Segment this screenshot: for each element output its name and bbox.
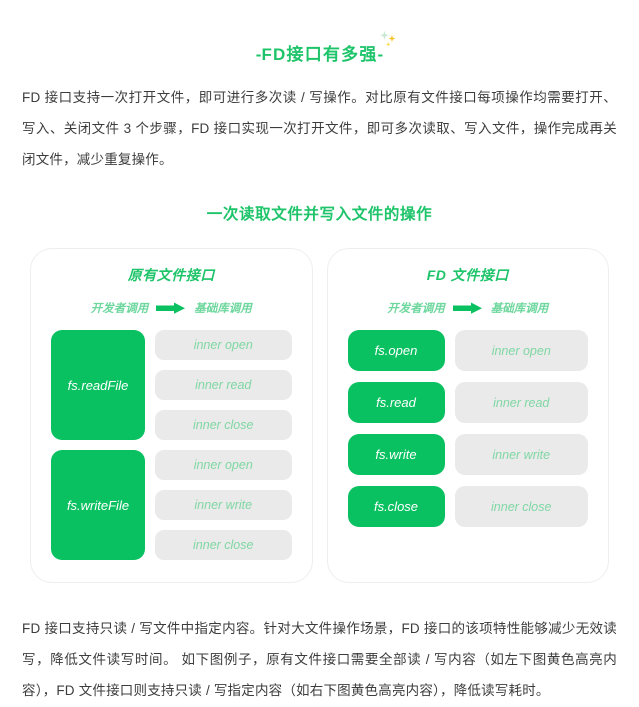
arrow-right-icon <box>452 302 482 314</box>
section-heading: 一次读取文件并写入文件的操作 <box>206 206 433 223</box>
api-block-fs-close: fs.close <box>347 486 445 527</box>
api-block-fs-readfile: fs.readFile <box>51 330 145 440</box>
legend-developer-label: 开发者调用 <box>90 303 149 315</box>
card-title-legacy: 原有文件接口 <box>127 267 215 283</box>
legend-library-label: 基础库调用 <box>490 303 549 315</box>
fd-row-open: fs.open inner open <box>347 330 588 371</box>
inner-call-block: inner close <box>155 530 292 560</box>
inner-call-block: inner open <box>155 450 292 480</box>
inner-call-block: inner close <box>155 410 292 440</box>
inner-call-block: inner close <box>454 486 588 527</box>
inner-call-block: inner open <box>454 330 588 371</box>
page-title: -FD接口有多强- <box>256 31 396 65</box>
inner-calls-read: inner open inner read inner close <box>155 330 292 440</box>
diagram-container: 原有文件接口 开发者调用 基础库调用 fs.readFile inner ope… <box>0 248 639 583</box>
fd-row-read: fs.read inner read <box>347 382 588 423</box>
legend-developer-label: 开发者调用 <box>387 303 445 315</box>
api-block-fs-read: fs.read <box>347 382 445 423</box>
legacy-group-write: fs.writeFile inner open inner write inne… <box>51 450 292 560</box>
api-block-fs-writefile: fs.writeFile <box>51 450 145 560</box>
fd-file-api-card: FD 文件接口 开发者调用 基础库调用 fs.open inner open f… <box>326 248 609 583</box>
inner-call-block: inner open <box>155 330 292 360</box>
legacy-group-read: fs.readFile inner open inner read inner … <box>51 330 292 440</box>
inner-call-block: inner write <box>155 490 292 520</box>
inner-call-block: inner read <box>155 370 292 400</box>
page-title-container: -FD接口有多强- <box>0 0 639 65</box>
legend-fd: 开发者调用 基础库调用 <box>348 300 589 316</box>
title-dash-right: - <box>377 45 384 64</box>
api-block-fs-write: fs.write <box>347 434 445 475</box>
intro-paragraph: FD 接口支持一次打开文件，即可进行多次读 / 写操作。对比原有文件接口每项操作… <box>22 90 617 167</box>
fd-row-close: fs.close inner close <box>347 486 588 527</box>
legend-legacy: 开发者调用 基础库调用 <box>51 300 292 316</box>
api-block-fs-open: fs.open <box>347 330 445 371</box>
article-page: -FD接口有多强- FD 接口支持一次打开文件，即可进行多次读 / 写操作。对比… <box>0 0 639 707</box>
card-title-fd: FD 文件接口 <box>426 267 509 283</box>
outro-paragraph: FD 接口支持只读 / 写文件中指定内容。针对大文件操作场景，FD 接口的该项特… <box>22 621 617 698</box>
fd-row-write: fs.write inner write <box>347 434 588 475</box>
arrow-right-icon <box>156 302 186 314</box>
inner-call-block: inner read <box>454 382 588 423</box>
inner-calls-write: inner open inner write inner close <box>155 450 292 560</box>
legend-library-label: 基础库调用 <box>194 303 252 315</box>
title-text: FD接口有多强 <box>261 45 378 64</box>
inner-call-block: inner write <box>454 434 588 475</box>
legacy-file-api-card: 原有文件接口 开发者调用 基础库调用 fs.readFile inner ope… <box>30 248 313 583</box>
